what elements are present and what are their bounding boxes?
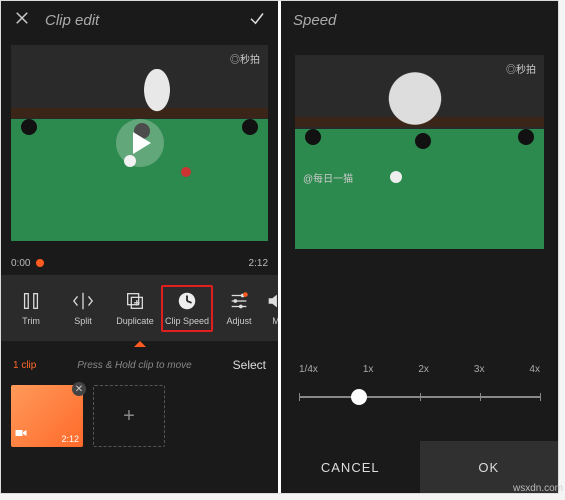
add-clip-button[interactable]: + — [93, 385, 165, 447]
video-preview[interactable]: ◎秒拍 — [11, 45, 268, 241]
duplicate-icon — [124, 290, 146, 312]
trim-button[interactable]: Trim — [5, 284, 57, 332]
screen-title: Speed — [293, 12, 546, 29]
tick-label: 3x — [474, 364, 485, 375]
clip-edit-header: Clip edit — [1, 1, 278, 39]
clip-toolbar: Trim Split Duplicate Clip Speed Adjust M — [1, 275, 278, 341]
split-button[interactable]: Split — [57, 284, 109, 332]
clip-count: 1 clip — [13, 360, 36, 371]
tick-label: 1x — [363, 364, 374, 375]
playhead-icon[interactable] — [36, 259, 44, 267]
speed-slider[interactable]: 1/4x 1x 2x 3x 4x — [281, 336, 558, 411]
tool-label: Split — [74, 316, 92, 326]
watermark-user: @每日一猫 — [303, 170, 353, 185]
confirm-icon[interactable] — [248, 9, 266, 31]
play-icon[interactable] — [116, 119, 164, 167]
clip-duration: 2:12 — [61, 434, 79, 444]
adjust-button[interactable]: Adjust — [213, 284, 265, 332]
clips-strip: ✕ 2:12 + — [1, 379, 278, 459]
slider-knob[interactable] — [351, 389, 367, 405]
slider-track[interactable] — [299, 383, 540, 411]
button-label: CANCEL — [321, 460, 380, 475]
timeline-end: 2:12 — [249, 258, 268, 269]
video-preview[interactable]: ◎秒拍 @每日一猫 — [295, 55, 544, 249]
tick-label: 4x — [529, 364, 540, 375]
watermark: ◎秒拍 — [230, 51, 260, 66]
slider-tick-labels: 1/4x 1x 2x 3x 4x — [299, 364, 540, 375]
select-clips-button[interactable]: Select — [233, 358, 266, 372]
clip-edit-screen: Clip edit ◎秒拍 0:00 2:12 Trim — [1, 1, 278, 493]
tick-label: 2x — [418, 364, 429, 375]
cancel-button[interactable]: CANCEL — [281, 441, 420, 493]
tool-label: Trim — [22, 316, 40, 326]
speed-footer: CANCEL OK — [281, 441, 558, 493]
volume-icon — [265, 290, 278, 312]
trim-icon — [20, 290, 42, 312]
button-label: OK — [478, 460, 499, 475]
speed-screen: Speed ◎秒拍 @每日一猫 1/4x 1x 2x 3x 4x — [281, 1, 558, 493]
tool-label: Adjust — [226, 316, 251, 326]
timeline[interactable]: 0:00 2:12 — [1, 251, 278, 275]
tool-label: Duplicate — [116, 316, 154, 326]
ok-button[interactable]: OK — [420, 441, 559, 493]
clip-hint: Press & Hold clip to move — [36, 360, 232, 371]
screen-title: Clip edit — [45, 12, 248, 29]
timeline-start: 0:00 — [11, 258, 30, 269]
video-icon — [15, 425, 27, 443]
close-icon[interactable] — [13, 9, 31, 31]
remove-clip-icon[interactable]: ✕ — [72, 382, 86, 396]
clip-speed-button[interactable]: Clip Speed — [161, 285, 213, 332]
tick-label: 1/4x — [299, 364, 318, 375]
plus-icon: + — [123, 405, 135, 428]
speed-icon — [176, 290, 198, 312]
tool-label: Clip Speed — [165, 316, 209, 326]
toolbar-caret-icon — [1, 341, 278, 351]
more-button[interactable]: M — [265, 284, 278, 332]
watermark: ◎秒拍 — [506, 61, 536, 76]
clip-thumbnail[interactable]: ✕ 2:12 — [11, 385, 83, 447]
split-icon — [72, 290, 94, 312]
duplicate-button[interactable]: Duplicate — [109, 284, 161, 332]
speed-header: Speed — [281, 1, 558, 39]
adjust-icon — [228, 290, 250, 312]
clips-row-header: 1 clip Press & Hold clip to move Select — [1, 351, 278, 379]
